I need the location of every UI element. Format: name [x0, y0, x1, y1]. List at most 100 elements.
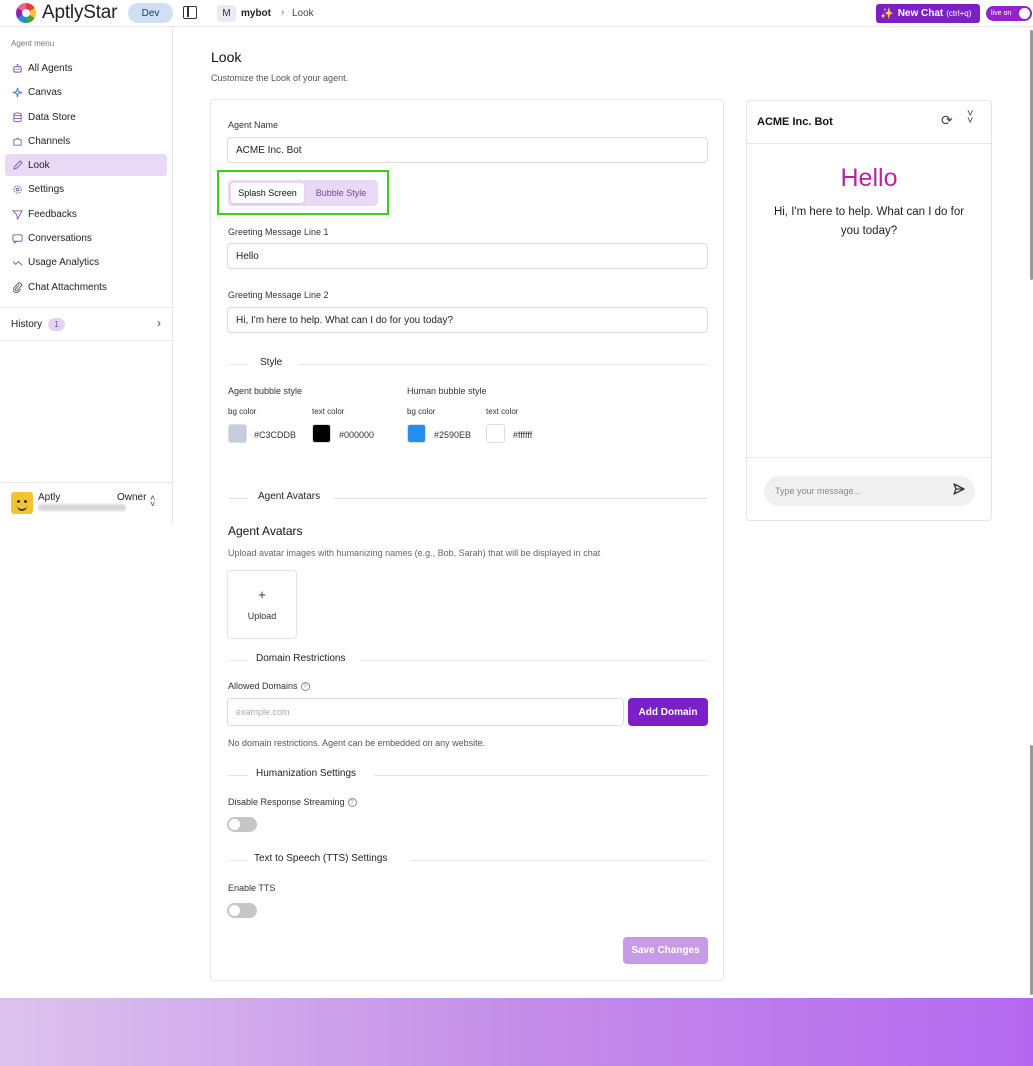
domain-section-header: Domain Restrictions — [228, 653, 708, 667]
sidebar-toggle-icon[interactable] — [183, 6, 197, 19]
analytics-icon — [11, 256, 23, 268]
enable-tts-toggle[interactable] — [227, 903, 257, 918]
divider-line — [228, 860, 248, 861]
sparkle-icon: ✨ — [880, 8, 894, 20]
human-bg-color-label: bg color — [407, 407, 436, 416]
sidebar-item-data-store[interactable]: Data Store — [5, 106, 167, 128]
human-bg-color-swatch[interactable] — [407, 424, 426, 443]
plus-icon: + — [258, 587, 266, 602]
chevron-right-icon: › — [157, 316, 161, 330]
preview-divider — [747, 457, 991, 458]
chevron-up-down-icon: ˄ ˅ — [150, 493, 156, 509]
sidebar-item-usage-analytics[interactable]: Usage Analytics — [5, 251, 167, 273]
sidebar-item-settings[interactable]: Settings — [5, 178, 167, 200]
sidebar-item-label: Conversations — [28, 232, 92, 244]
send-icon[interactable] — [952, 482, 966, 499]
sparkle-icon — [11, 86, 23, 98]
divider-line — [228, 498, 248, 499]
divider-line — [228, 364, 248, 365]
disable-streaming-text: Disable Response Streaming — [228, 797, 345, 807]
env-badge[interactable]: Dev — [128, 3, 173, 23]
allowed-domains-label: Allowed Domains? — [228, 681, 310, 692]
agent-text-color-swatch[interactable] — [312, 424, 331, 443]
agent-bg-color-swatch[interactable] — [228, 424, 247, 443]
logo-icon — [16, 3, 36, 23]
agent-text-color-value: #000000 — [339, 430, 375, 440]
pen-icon — [11, 159, 23, 171]
breadcrumb-page: Look — [292, 8, 314, 19]
page-title: Look — [211, 49, 242, 65]
chevron-double-down-icon[interactable]: ˅ ˅ — [967, 109, 973, 127]
allowed-domains-text: Allowed Domains — [228, 681, 298, 691]
disable-streaming-toggle[interactable] — [227, 817, 257, 832]
greeting2-input[interactable]: Hi, I'm here to help. What can I do for … — [227, 307, 708, 333]
toggle-knob — [1019, 8, 1030, 19]
sidebar-divider — [0, 307, 173, 308]
database-icon — [11, 111, 23, 123]
tts-section-header: Text to Speech (TTS) Settings — [228, 853, 708, 867]
user-email-redacted — [38, 504, 126, 511]
tab-bubble-style[interactable]: Bubble Style — [307, 183, 375, 203]
toggle-knob — [229, 905, 240, 916]
live-label: live on — [991, 10, 1012, 17]
sidebar-item-all-agents[interactable]: All Agents — [5, 57, 167, 79]
gear-icon — [11, 183, 23, 195]
breadcrumb-bot[interactable]: mybot — [241, 8, 271, 19]
app-logo[interactable]: AptlyStar — [16, 3, 117, 23]
look-tabs: Splash Screen Bubble Style — [228, 180, 378, 206]
avatars-section-header: Agent Avatars — [228, 491, 708, 505]
sidebar-item-look[interactable]: Look — [5, 154, 167, 176]
agent-bg-color-value: #C3CDDB — [254, 430, 297, 440]
divider-line — [410, 860, 708, 861]
send-icon — [11, 208, 23, 220]
agent-name-input[interactable]: ACME Inc. Bot — [227, 137, 708, 163]
agent-text-color-label: text color — [312, 407, 345, 416]
sidebar-item-label: Usage Analytics — [28, 256, 100, 268]
chat-icon — [11, 232, 23, 244]
help-icon[interactable]: ? — [347, 798, 357, 808]
bot-avatar[interactable]: M — [217, 5, 236, 22]
top-bar: AptlyStar Dev M mybot › Look ✨ New Chat … — [0, 0, 1033, 27]
history-count-badge: 1 — [48, 318, 66, 331]
sidebar-item-label: Chat Attachments — [28, 281, 107, 293]
puzzle-icon — [11, 135, 23, 147]
section-title: Style — [254, 357, 289, 368]
greeting1-input[interactable]: Hello — [227, 243, 708, 269]
help-icon[interactable]: ? — [300, 682, 310, 692]
history-toggle[interactable]: History 1 › — [11, 316, 161, 331]
app-name: AptlyStar — [42, 2, 118, 23]
upload-label: Upload — [247, 611, 277, 621]
divider-line — [360, 660, 708, 661]
new-chat-shortcut: (ctrl+q) — [946, 9, 972, 18]
sidebar-item-channels[interactable]: Channels — [5, 130, 167, 152]
divider-line — [374, 775, 708, 776]
new-chat-button[interactable]: ✨ New Chat (ctrl+q) — [876, 4, 980, 23]
agent-bubble-label: Agent bubble style — [228, 386, 303, 396]
add-domain-button[interactable]: Add Domain — [628, 698, 708, 726]
live-toggle[interactable]: live on — [986, 6, 1032, 21]
bottom-gradient-band — [0, 998, 1033, 1066]
divider-line — [228, 660, 248, 661]
domain-note: No domain restrictions. Agent can be emb… — [228, 738, 486, 748]
domain-input[interactable]: example.com — [227, 698, 624, 726]
save-changes-button[interactable]: Save Changes — [623, 937, 708, 964]
preview-greeting: Hi, I'm here to help. What can I do for … — [773, 206, 965, 237]
sidebar-item-conversations[interactable]: Conversations — [5, 227, 167, 249]
sidebar-item-chat-attachments[interactable]: Chat Attachments — [5, 276, 167, 298]
sidebar-item-canvas[interactable]: Canvas — [5, 81, 167, 103]
tab-splash-screen[interactable]: Splash Screen — [231, 183, 304, 203]
agent-name-label: Agent Name — [228, 120, 279, 130]
upload-avatar-button[interactable]: + Upload — [227, 570, 297, 639]
preview-message-input[interactable]: Type your message... — [764, 476, 975, 506]
user-menu[interactable]: Aptly Owner ˄ ˅ — [11, 492, 166, 516]
sidebar-item-feedbacks[interactable]: Feedbacks — [5, 203, 167, 225]
breadcrumb-separator: › — [281, 7, 285, 18]
agent-bg-color-label: bg color — [228, 407, 257, 416]
human-bg-color-value: #2590EB — [434, 430, 472, 440]
human-text-color-swatch[interactable] — [486, 424, 505, 443]
page-subtitle: Customize the Look of your agent. — [211, 73, 349, 83]
refresh-icon[interactable]: ⟳ — [941, 112, 953, 129]
style-section-header: Style — [228, 357, 708, 371]
sidebar-item-label: Data Store — [28, 111, 76, 123]
divider-line — [334, 498, 708, 499]
